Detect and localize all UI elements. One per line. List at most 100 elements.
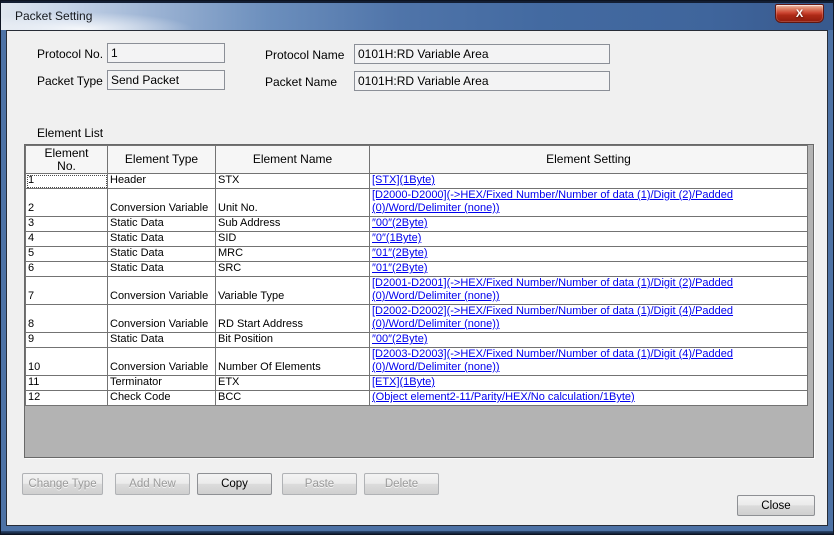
- cell-element-setting: ″00″(2Byte): [370, 217, 808, 232]
- window-title: Packet Setting: [15, 9, 92, 23]
- cell-element-no: 6: [26, 262, 108, 277]
- cell-element-no: 10: [26, 348, 108, 376]
- cell-element-setting: ″00″(2Byte): [370, 333, 808, 348]
- cell-element-name: Bit Position: [216, 333, 370, 348]
- cell-element-name: MRC: [216, 247, 370, 262]
- table-row[interactable]: 10 Conversion Variable Number Of Element…: [26, 348, 808, 376]
- cell-element-type: Conversion Variable: [108, 189, 216, 217]
- cell-element-name: Number Of Elements: [216, 348, 370, 376]
- element-setting-link[interactable]: [STX](1Byte): [372, 174, 435, 186]
- cell-element-no: 2: [26, 189, 108, 217]
- element-table: Element No. Element Type Element Name El…: [24, 144, 814, 458]
- cell-element-no: 7: [26, 277, 108, 305]
- copy-button[interactable]: Copy: [197, 473, 272, 495]
- protocol-no-label: Protocol No.: [37, 47, 103, 61]
- cell-element-type: Conversion Variable: [108, 277, 216, 305]
- cell-element-name: SRC: [216, 262, 370, 277]
- table-row[interactable]: 1 Header STX [STX](1Byte): [26, 174, 808, 189]
- cell-element-type: Static Data: [108, 247, 216, 262]
- protocol-no-input[interactable]: [107, 43, 225, 63]
- cell-element-no: 9: [26, 333, 108, 348]
- cell-element-setting: ″01″(2Byte): [370, 247, 808, 262]
- element-table-body: 1 Header STX [STX](1Byte) 2 Conversion V…: [26, 174, 808, 406]
- titlebar-close-button[interactable]: X: [775, 4, 824, 23]
- protocol-name-label: Protocol Name: [265, 48, 344, 62]
- element-setting-link[interactable]: [D2000-D2000](->HEX/Fixed Number/Number …: [372, 189, 733, 214]
- cell-element-setting: (Object element2-11/Parity/HEX/No calcul…: [370, 391, 808, 406]
- cell-element-no: 3: [26, 217, 108, 232]
- element-setting-link[interactable]: ″01″(2Byte): [372, 247, 427, 259]
- column-header-element-name: Element Name: [216, 146, 370, 174]
- cell-element-type: Header: [108, 174, 216, 189]
- cell-element-name: BCC: [216, 391, 370, 406]
- cell-element-no: 8: [26, 305, 108, 333]
- packet-name-input[interactable]: [354, 71, 610, 91]
- cell-element-no: 5: [26, 247, 108, 262]
- cell-element-type: Static Data: [108, 217, 216, 232]
- cell-element-setting: [D2000-D2000](->HEX/Fixed Number/Number …: [370, 189, 808, 217]
- cell-element-name: ETX: [216, 376, 370, 391]
- cell-element-type: Conversion Variable: [108, 348, 216, 376]
- table-row[interactable]: 4 Static Data SID ″0″(1Byte): [26, 232, 808, 247]
- element-setting-link[interactable]: [D2003-D2003](->HEX/Fixed Number/Number …: [372, 348, 733, 373]
- cell-element-type: Check Code: [108, 391, 216, 406]
- delete-button: Delete: [364, 473, 439, 495]
- packet-type-input[interactable]: [107, 70, 225, 90]
- table-row[interactable]: 8 Conversion Variable RD Start Address […: [26, 305, 808, 333]
- cell-element-name: STX: [216, 174, 370, 189]
- cell-element-type: Terminator: [108, 376, 216, 391]
- table-row[interactable]: 2 Conversion Variable Unit No. [D2000-D2…: [26, 189, 808, 217]
- packet-name-label: Packet Name: [265, 75, 337, 89]
- table-row[interactable]: 7 Conversion Variable Variable Type [D20…: [26, 277, 808, 305]
- element-setting-link[interactable]: ″0″(1Byte): [372, 232, 421, 244]
- cell-element-name: RD Start Address: [216, 305, 370, 333]
- add-new-button: Add New: [115, 473, 190, 495]
- cell-element-name: Sub Address: [216, 217, 370, 232]
- column-header-element-no: Element No.: [26, 146, 108, 174]
- cell-element-setting: [D2001-D2001](->HEX/Fixed Number/Number …: [370, 277, 808, 305]
- cell-element-type: Conversion Variable: [108, 305, 216, 333]
- element-setting-link[interactable]: (Object element2-11/Parity/HEX/No calcul…: [372, 391, 635, 403]
- cell-element-setting: [D2003-D2003](->HEX/Fixed Number/Number …: [370, 348, 808, 376]
- column-header-element-setting: Element Setting: [370, 146, 808, 174]
- cell-element-name: Unit No.: [216, 189, 370, 217]
- dialog-body: Protocol No. Protocol Name Packet Type P…: [6, 30, 828, 526]
- table-row[interactable]: 12 Check Code BCC (Object element2-11/Pa…: [26, 391, 808, 406]
- element-setting-link[interactable]: ″01″(2Byte): [372, 262, 427, 274]
- cell-element-type: Static Data: [108, 333, 216, 348]
- table-header-row: Element No. Element Type Element Name El…: [26, 146, 808, 174]
- cell-element-no: 11: [26, 376, 108, 391]
- cell-element-setting: [D2002-D2002](->HEX/Fixed Number/Number …: [370, 305, 808, 333]
- table-row[interactable]: 6 Static Data SRC ″01″(2Byte): [26, 262, 808, 277]
- cell-element-name: SID: [216, 232, 370, 247]
- packet-setting-dialog: Packet Setting X Protocol No. Protocol N…: [0, 0, 834, 535]
- cell-element-type: Static Data: [108, 262, 216, 277]
- element-setting-link[interactable]: [ETX](1Byte): [372, 376, 435, 388]
- cell-element-type: Static Data: [108, 232, 216, 247]
- cell-element-setting: ″01″(2Byte): [370, 262, 808, 277]
- titlebar[interactable]: Packet Setting X: [1, 1, 833, 30]
- element-setting-link[interactable]: [D2001-D2001](->HEX/Fixed Number/Number …: [372, 277, 733, 302]
- cell-element-no: 12: [26, 391, 108, 406]
- table-row[interactable]: 5 Static Data MRC ″01″(2Byte): [26, 247, 808, 262]
- close-button[interactable]: Close: [737, 495, 815, 516]
- element-setting-link[interactable]: ″00″(2Byte): [372, 217, 427, 229]
- table-row[interactable]: 11 Terminator ETX [ETX](1Byte): [26, 376, 808, 391]
- cell-element-setting: ″0″(1Byte): [370, 232, 808, 247]
- cell-element-no: 1: [26, 174, 108, 189]
- table-row[interactable]: 9 Static Data Bit Position ″00″(2Byte): [26, 333, 808, 348]
- column-header-element-type: Element Type: [108, 146, 216, 174]
- element-setting-link[interactable]: [D2002-D2002](->HEX/Fixed Number/Number …: [372, 305, 733, 330]
- cell-element-setting: [ETX](1Byte): [370, 376, 808, 391]
- cell-element-setting: [STX](1Byte): [370, 174, 808, 189]
- change-type-button: Change Type: [22, 473, 103, 495]
- cell-element-no: 4: [26, 232, 108, 247]
- close-icon: X: [796, 8, 803, 20]
- paste-button: Paste: [282, 473, 357, 495]
- cell-element-name: Variable Type: [216, 277, 370, 305]
- element-list-label: Element List: [37, 126, 103, 140]
- packet-type-label: Packet Type: [37, 74, 103, 88]
- element-setting-link[interactable]: ″00″(2Byte): [372, 333, 427, 345]
- table-row[interactable]: 3 Static Data Sub Address ″00″(2Byte): [26, 217, 808, 232]
- protocol-name-input[interactable]: [354, 44, 610, 64]
